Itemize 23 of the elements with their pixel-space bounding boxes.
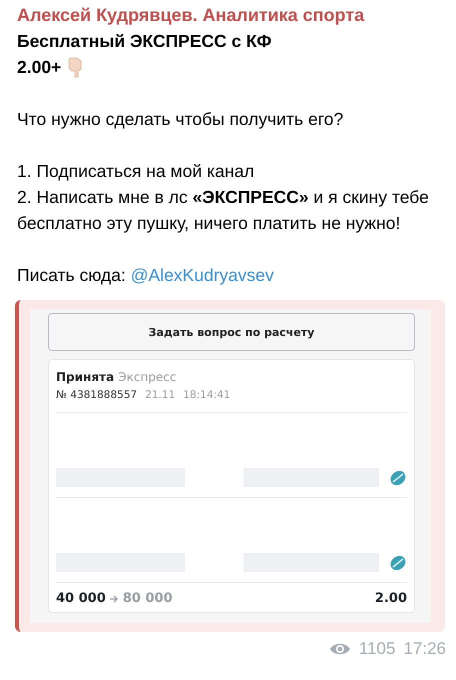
contact-label: Писать сюда: xyxy=(17,265,126,285)
channel-name[interactable]: Алексей Кудрявцев. Аналитика спорта xyxy=(17,2,444,28)
payout-amount: 80 000 xyxy=(122,591,173,606)
total-odds: 2.00 xyxy=(374,591,407,606)
eye-icon xyxy=(328,642,351,656)
bet-number: № 4381888557 xyxy=(56,388,138,403)
message-time: 17:26 xyxy=(403,639,446,659)
bet-time: 18:14:41 xyxy=(183,388,230,403)
arrow-icon xyxy=(110,594,119,602)
username-link[interactable]: @AlexKudryavsev xyxy=(130,265,274,285)
ball-icon xyxy=(389,554,407,572)
bet-status: Принята xyxy=(56,369,114,386)
question-text: Что нужно сделать чтобы получить его? xyxy=(17,108,344,131)
odds-threshold: 2.00+ xyxy=(17,56,62,79)
stake-amount: 40 000 xyxy=(56,591,106,606)
view-count: 1105 xyxy=(358,639,396,659)
ball-icon xyxy=(389,469,407,487)
ask-question-button[interactable]: Задать вопрос по расчету xyxy=(48,313,415,351)
post-title: Бесплатный ЭКСПРЕСС с КФ xyxy=(17,30,273,53)
bet-type: Экспресс xyxy=(118,369,176,386)
step-text: 1. Подписаться на мой канал xyxy=(17,160,256,183)
bet-date: 21.11 xyxy=(145,388,176,403)
step-text: 2. Написать мне в лс «ЭКСПРЕСС» и я скину тебе бесплатно эту пушку, ничего платить не нужно! xyxy=(17,186,430,235)
